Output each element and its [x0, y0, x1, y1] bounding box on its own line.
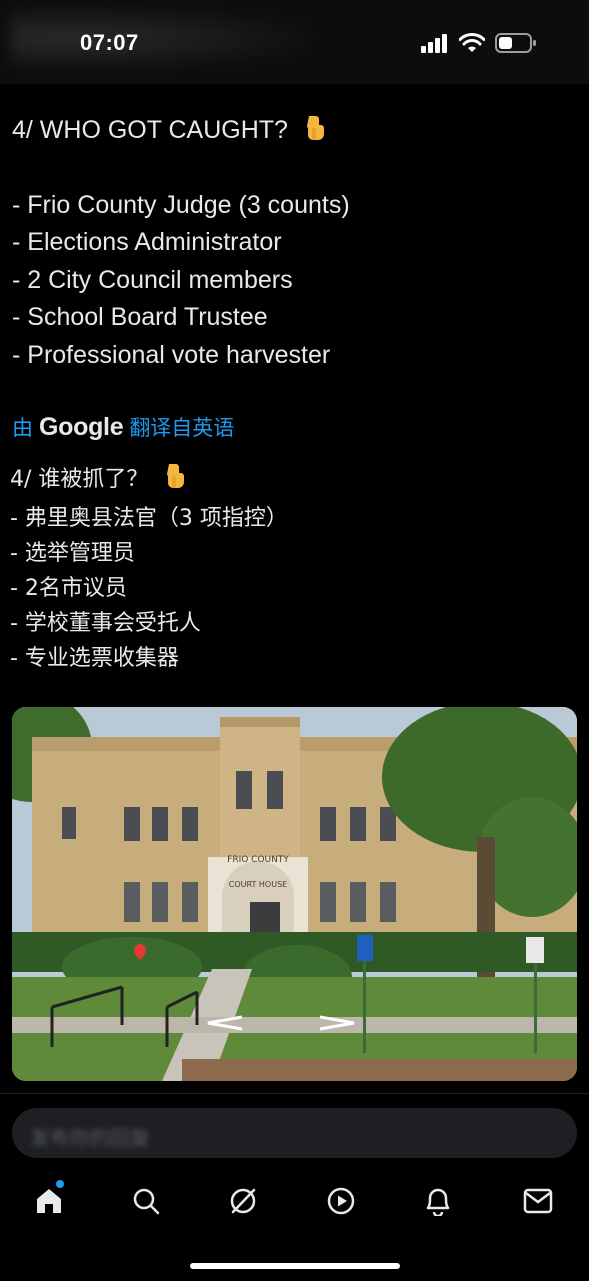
- battery-icon: [495, 33, 536, 53]
- translation-attribution[interactable]: 由 Google 翻译自英语: [12, 412, 234, 442]
- courthouse-photo[interactable]: FRIO COUNTY COURT HOUSE: [12, 707, 577, 1081]
- tweet-list-item: - 2 City Council members: [12, 265, 293, 294]
- nav-grok[interactable]: [218, 1176, 268, 1226]
- system-icons: [421, 32, 537, 54]
- reply-input[interactable]: 发布你的回复: [12, 1108, 577, 1158]
- tweet-list-item: - Professional vote harvester: [12, 340, 331, 369]
- status-bar-blur: [10, 6, 310, 70]
- video-icon: [327, 1187, 355, 1215]
- status-time: 07:07: [80, 30, 139, 55]
- translated-list-item: - 弗里奥县法官（3 项指控）: [10, 506, 288, 531]
- home-badge-dot: [56, 1180, 64, 1188]
- tweet-list-item: - Elections Administrator: [12, 228, 282, 256]
- translated-text: 4/ 谁被抓了？ - 弗里奥县法官（3 项指控） - 选举管理员 - 2名市议员…: [10, 462, 577, 676]
- translated-list-item: - 选举管理员: [10, 541, 135, 566]
- search-icon: [133, 1188, 160, 1215]
- courthouse-illustration: FRIO COUNTY COURT HOUSE: [12, 707, 577, 1081]
- home-icon: [37, 1189, 61, 1213]
- tweet-list-item: - Frio County Judge (3 counts): [12, 190, 350, 219]
- nav-notifications[interactable]: [413, 1176, 463, 1226]
- tweet-heading: 4/ WHO GOT CAUGHT?: [12, 112, 577, 150]
- tweet-list-item: - School Board Trustee: [12, 303, 268, 331]
- messages-icon: [523, 1188, 553, 1214]
- tweet-text: 4/ WHO GOT CAUGHT? - Frio County Judge (…: [12, 112, 577, 374]
- google-logo: Google: [39, 412, 124, 441]
- translated-heading: 4/ 谁被抓了？: [10, 462, 577, 497]
- tweet-heading-text: 4/ WHO GOT CAUGHT?: [12, 116, 288, 144]
- translated-list-item: - 2名市议员: [10, 576, 127, 601]
- status-bar: 07:07: [0, 0, 589, 84]
- translation-prefix: 由: [12, 417, 33, 440]
- reply-placeholder: 发布你的回复: [30, 1126, 150, 1150]
- grok-icon: [230, 1188, 256, 1214]
- translated-heading-text: 4/ 谁被抓了？: [10, 467, 149, 492]
- nav-home[interactable]: [24, 1176, 74, 1226]
- nav-messages[interactable]: [513, 1176, 563, 1226]
- bottom-nav: [0, 1176, 589, 1226]
- signal-icon: [421, 34, 447, 53]
- nav-video[interactable]: [316, 1176, 366, 1226]
- translation-suffix: 翻译自英语: [129, 417, 235, 440]
- pointing-down-emoji: [167, 464, 185, 488]
- sign-text-1: FRIO COUNTY: [227, 855, 289, 865]
- translated-list-item: - 专业选票收集器: [10, 646, 179, 671]
- sign-text-2: COURT HOUSE: [229, 880, 287, 889]
- nav-search[interactable]: [121, 1176, 171, 1226]
- home-indicator: [190, 1263, 400, 1269]
- pointing-down-emoji: [306, 116, 324, 140]
- wifi-icon: [459, 33, 485, 52]
- notifications-icon: [426, 1188, 450, 1216]
- translated-list-item: - 学校董事会受托人: [10, 611, 201, 636]
